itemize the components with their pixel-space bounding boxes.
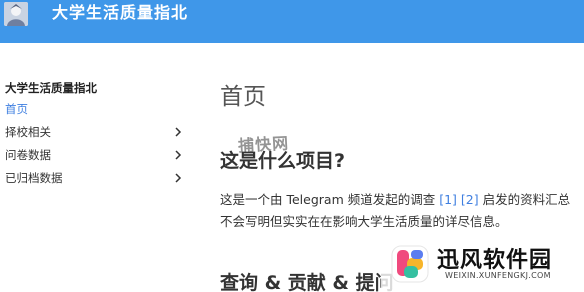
brand-name: 迅风软件园 xyxy=(437,248,553,273)
chevron-right-icon xyxy=(175,127,182,137)
intro-text: 这是一个由 Telegram 频道发起的调查 xyxy=(220,192,440,207)
reference-link-2[interactable]: [2] xyxy=(461,192,479,207)
site-logo[interactable] xyxy=(4,2,28,26)
watermark-text: 捕快网 xyxy=(237,133,290,156)
page-title: 首页 xyxy=(220,84,266,110)
sidebar-item-archived-data[interactable]: 已归档数据 xyxy=(0,169,190,187)
intro-paragraph-line1: 这是一个由 Telegram 频道发起的调查 [1] [2] 启发的资料汇总 xyxy=(220,190,570,210)
sidebar-item-label: 已归档数据 xyxy=(5,171,63,185)
sidebar-item-school-choice[interactable]: 择校相关 xyxy=(0,123,190,141)
chevron-right-icon xyxy=(175,173,182,183)
brand-domain: WEIXIN.XUNFENGKJ.COM xyxy=(445,271,551,280)
site-title[interactable]: 大学生活质量指北 xyxy=(52,3,188,23)
brand-logo-icon xyxy=(391,245,429,283)
intro-text: 启发的资料汇总 xyxy=(478,192,571,207)
brand-watermark: 迅风软件园 WEIXIN.XUNFENGKJ.COM xyxy=(381,238,584,292)
chevron-right-icon xyxy=(175,150,182,160)
sidebar-item-survey-data[interactable]: 问卷数据 xyxy=(0,146,190,164)
sidebar-item-home[interactable]: 首页 xyxy=(0,100,190,118)
section-heading-query-contribute: 查询 & 贡献 & 提问 xyxy=(220,272,394,292)
sidebar-item-label: 择校相关 xyxy=(5,125,51,139)
sidebar-item-label: 首页 xyxy=(5,102,28,116)
top-header: 大学生活质量指北 xyxy=(0,0,584,43)
avatar-icon xyxy=(4,2,28,26)
sidebar-item-label: 问卷数据 xyxy=(5,148,51,162)
intro-paragraph-line2: 不会写明但实实在在影响大学生活质量的详尽信息。 xyxy=(220,214,508,229)
reference-link-1[interactable]: [1] xyxy=(439,192,457,207)
sidebar-title: 大学生活质量指北 xyxy=(5,81,97,95)
